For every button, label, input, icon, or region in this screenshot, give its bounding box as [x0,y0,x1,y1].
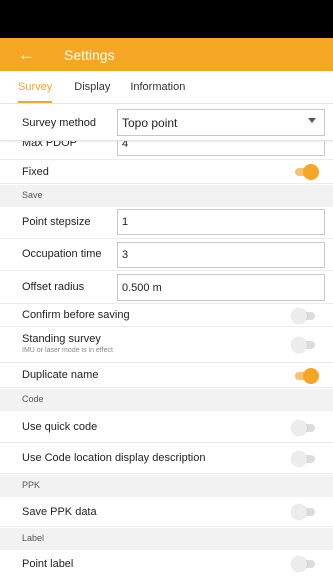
offset-radius-row: Offset radius 0.500 m [0,271,333,304]
tab-display[interactable]: Display [74,71,110,103]
section-label: Label [0,528,333,550]
toggle-knob [303,368,319,384]
toggle-knob [303,164,319,180]
use-code-location-row: Use Code location display description [0,443,333,474]
toggle-knob [291,504,307,520]
use-code-location-label: Use Code location display description [22,452,206,464]
toggle-knob [291,420,307,436]
use-quick-code-row: Use quick code [0,411,333,443]
section-ppk: PPK [0,475,333,497]
standing-survey-toggle[interactable] [291,337,319,353]
page-title: Settings [64,46,115,63]
offset-radius-value: 0.500 m [122,281,162,294]
survey-method-value: Topo point [122,115,178,130]
standing-survey-note: IMU or laser mode is in effect [22,347,113,354]
tab-survey[interactable]: Survey [18,71,53,103]
point-label-row: Point label [0,550,333,577]
survey-method-label: Survey method [22,117,96,129]
point-label-toggle[interactable] [291,556,319,572]
fixed-label: Fixed [22,166,49,178]
offset-radius-label: Offset radius [22,281,85,293]
toggle-knob [291,308,307,324]
toggle-knob [291,451,307,467]
section-save-label: Save [22,190,43,200]
fixed-toggle[interactable] [291,164,319,180]
point-label-label: Point label [22,558,74,570]
use-quick-code-toggle[interactable] [291,420,319,436]
status-bar [0,0,333,38]
standing-survey-row: Standing survey IMU or laser mode is in … [0,327,333,363]
confirm-before-saving-row: Confirm before saving [0,304,333,327]
duplicate-name-label: Duplicate name [22,369,99,381]
section-code: Code [0,389,333,411]
section-save: Save [0,185,333,207]
app-bar: ← Settings [0,38,333,71]
toggle-knob [291,556,307,572]
save-ppk-data-row: Save PPK data [0,497,333,527]
chevron-down-icon [308,118,316,123]
save-ppk-data-toggle[interactable] [291,504,319,520]
point-stepsize-label: Point stepsize [22,216,91,228]
occupation-time-value: 3 [122,249,129,261]
duplicate-name-row: Duplicate name [0,363,333,388]
survey-method-select[interactable]: Topo point [117,109,325,136]
toggle-knob [291,337,307,353]
occupation-time-row: Occupation time 3 [0,239,333,271]
fixed-row: Fixed [0,160,333,184]
occupation-time-label: Occupation time [22,248,102,260]
point-stepsize-row: Point stepsize 1 [0,207,333,239]
tab-information[interactable]: Information [130,71,185,103]
section-label-label: Label [22,533,45,543]
confirm-before-saving-label: Confirm before saving [22,309,130,321]
use-quick-code-label: Use quick code [22,421,98,433]
confirm-before-saving-toggle[interactable] [291,308,319,324]
back-arrow-icon[interactable]: ← [18,46,48,63]
survey-method-row: Survey method Topo point [0,105,333,141]
duplicate-name-toggle[interactable] [291,368,319,384]
save-ppk-data-label: Save PPK data [22,506,97,518]
section-ppk-label: PPK [22,480,41,490]
point-stepsize-field[interactable]: 1 [117,209,325,235]
occupation-time-field[interactable]: 3 [117,242,325,268]
standing-survey-label: Standing survey [22,333,101,345]
use-code-location-toggle[interactable] [291,451,319,467]
tab-bar: Survey Display Information [0,71,333,104]
point-stepsize-value: 1 [122,216,129,228]
offset-radius-field[interactable]: 0.500 m [117,274,325,301]
section-code-label: Code [22,394,44,404]
